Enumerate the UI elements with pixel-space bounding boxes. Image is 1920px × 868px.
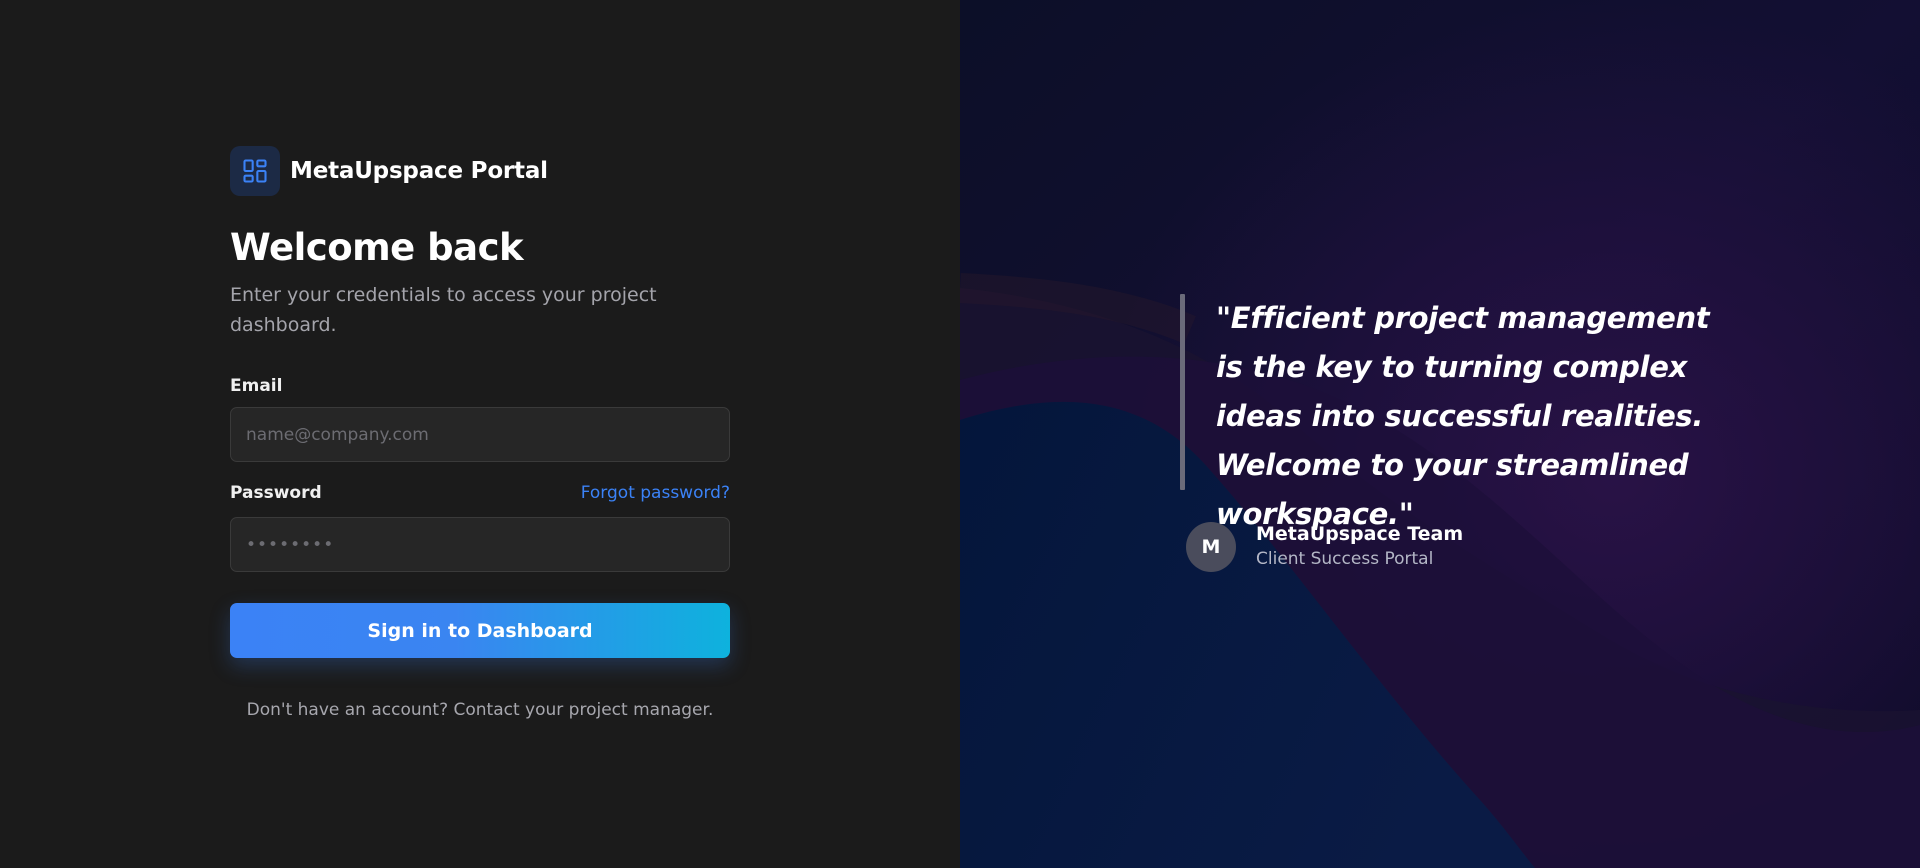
password-label-row: Password Forgot password? bbox=[230, 482, 730, 504]
quote-accent-bar bbox=[1180, 294, 1185, 490]
contact-note: Don't have an account? Contact your proj… bbox=[246, 700, 714, 720]
email-label: Email bbox=[230, 376, 283, 396]
brand-header: MetaUpspace Portal bbox=[230, 146, 730, 196]
avatar: M bbox=[1186, 522, 1236, 572]
page-subtitle: Enter your credentials to access your pr… bbox=[230, 284, 657, 336]
password-label: Password bbox=[230, 483, 322, 503]
page-title: Welcome back bbox=[230, 226, 524, 269]
author-name: MetaUpspace Team bbox=[1256, 523, 1464, 545]
brand-logo bbox=[230, 146, 280, 196]
login-page: MetaUpspace Portal Welcome back Enter yo… bbox=[0, 0, 1920, 868]
hero-panel: "Efficient project management is the key… bbox=[960, 0, 1920, 868]
password-field[interactable] bbox=[230, 517, 730, 572]
author-role: Client Success Portal bbox=[1256, 549, 1434, 569]
dashboard-grid-icon bbox=[243, 159, 267, 183]
login-form: MetaUpspace Portal Welcome back Enter yo… bbox=[230, 146, 730, 720]
sign-in-button[interactable]: Sign in to Dashboard bbox=[230, 603, 730, 658]
login-panel: MetaUpspace Portal Welcome back Enter yo… bbox=[0, 0, 960, 868]
brand-name: MetaUpspace Portal bbox=[290, 158, 548, 184]
author-info: MetaUpspace Team Client Success Portal bbox=[1256, 522, 1463, 572]
email-field[interactable] bbox=[230, 407, 730, 462]
forgot-password-link[interactable]: Forgot password? bbox=[581, 483, 730, 503]
testimonial-quote: "Efficient project management is the key… bbox=[1216, 301, 1710, 531]
testimonial-author: M MetaUpspace Team Client Success Portal bbox=[1186, 522, 1463, 572]
